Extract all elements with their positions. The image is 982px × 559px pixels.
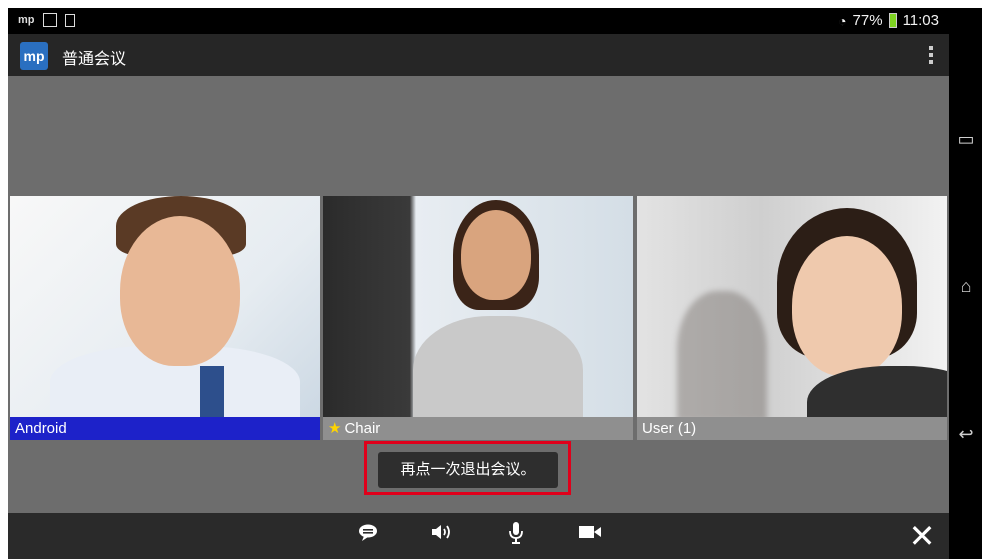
conference-toolbar: ✕: [8, 513, 949, 559]
recent-apps-icon[interactable]: ▭: [955, 128, 977, 150]
device-notification-icon: [64, 13, 75, 27]
participant-face: [792, 236, 902, 376]
participant-label: Android: [10, 417, 320, 440]
back-icon[interactable]: ↩: [955, 423, 977, 445]
participant-label: ★ Chair: [323, 417, 633, 440]
video-tile-chair[interactable]: ★ Chair: [323, 196, 633, 440]
video-tile-android[interactable]: Android: [10, 196, 320, 440]
status-bar: mp ◔ 77% 11:03: [8, 8, 949, 34]
status-notifications: mp: [18, 13, 75, 27]
participant-name: User (1): [642, 420, 697, 437]
app-logo-icon[interactable]: mp: [20, 42, 48, 70]
video-tile-user[interactable]: User (1): [637, 196, 947, 440]
battery-icon: [888, 13, 897, 28]
participant-face: [120, 216, 240, 366]
microphone-icon[interactable]: [501, 521, 531, 551]
app-screen: mp ◔ 77% 11:03 mp 普通会议 Android ★ Chair U…: [8, 8, 949, 559]
participant-name: Chair: [344, 420, 381, 437]
star-icon: ★: [328, 420, 342, 437]
tablet-device: mp ◔ 77% 11:03 mp 普通会议 Android ★ Chair U…: [8, 8, 982, 559]
status-indicators: ◔ 77% 11:03: [838, 12, 939, 29]
background-people: [677, 291, 767, 421]
close-icon[interactable]: ✕: [905, 519, 939, 553]
image-notification-icon: [42, 13, 57, 27]
page-title: 普通会议: [62, 51, 127, 68]
home-icon[interactable]: ⌂: [955, 275, 977, 297]
participant-name: Android: [15, 420, 67, 437]
chat-icon[interactable]: [353, 521, 383, 551]
action-bar: mp 普通会议: [8, 34, 949, 76]
mp-notification-icon: mp: [18, 14, 35, 26]
wifi-icon: ◔: [838, 12, 847, 29]
overflow-menu-icon[interactable]: [929, 46, 933, 64]
camera-icon[interactable]: [575, 521, 605, 551]
speaker-icon[interactable]: [427, 521, 457, 551]
video-grid: Android ★ Chair User (1): [8, 196, 949, 442]
exit-toast: 再点一次退出会议。: [378, 452, 558, 488]
clock: 11:03: [902, 12, 939, 29]
system-nav-bar: ▭ ⌂ ↩: [949, 8, 982, 559]
battery-percent: 77%: [852, 12, 883, 29]
participant-label: User (1): [637, 417, 947, 440]
participant-face: [461, 210, 531, 300]
